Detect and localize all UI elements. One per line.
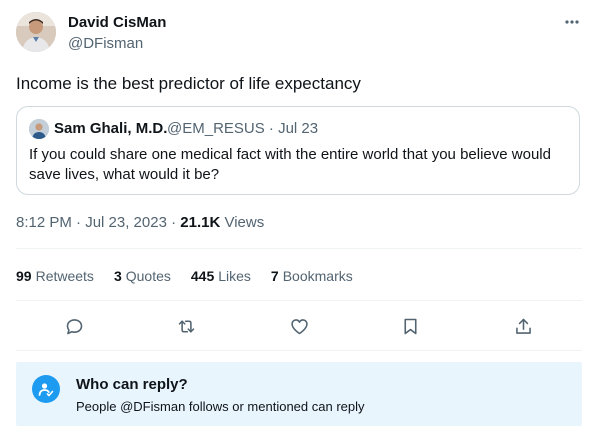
stat-likes[interactable]: 445 Likes: [191, 266, 251, 286]
who-can-reply-panel: Who can reply? People @DFisman follows o…: [16, 362, 582, 426]
more-options-button[interactable]: [560, 12, 584, 32]
tweet-text: Income is the best predictor of life exp…: [16, 74, 361, 93]
views-label: Views: [220, 214, 265, 231]
bookmark-button[interactable]: [398, 314, 422, 338]
quoted-tweet-card[interactable]: Sam Ghali, M.D. @EM_RESUS · Jul 23 If yo…: [16, 106, 580, 195]
author-name[interactable]: David CisMan: [68, 13, 166, 33]
mention-person-icon: [32, 375, 60, 403]
quoted-author-name: Sam Ghali, M.D.: [54, 120, 168, 137]
who-can-reply-title: Who can reply?: [76, 376, 188, 393]
share-icon: [515, 318, 531, 334]
tweet-meta: 8:12 PM · Jul 23, 2023 · 21.1K Views: [16, 213, 264, 233]
quoted-tweet-text: If you could share one medical fact with…: [29, 146, 551, 183]
share-button[interactable]: [511, 314, 535, 338]
author-avatar[interactable]: [16, 12, 56, 52]
quoted-author-handle: @EM_RESUS · Jul 23: [167, 120, 319, 137]
stat-bookmarks[interactable]: 7 Bookmarks: [271, 266, 353, 286]
like-icon: [290, 318, 308, 334]
tweet-timestamp[interactable]: 8:12 PM · Jul 23, 2023 ·: [16, 214, 180, 231]
retweet-icon: [178, 319, 194, 333]
engagement-stats: 99 Retweets 3 Quotes 445 Likes 7 Bookmarks: [16, 266, 353, 286]
bookmark-icon: [403, 318, 417, 334]
more-horizontal-icon: [565, 20, 579, 24]
views-count: 21.1K: [180, 214, 221, 231]
author-handle[interactable]: @DFisman: [68, 34, 143, 54]
stat-quotes[interactable]: 3 Quotes: [114, 266, 171, 286]
divider: [16, 248, 582, 249]
reply-permission-text: People @DFisman follows or mentioned can…: [76, 399, 365, 414]
divider: [16, 350, 582, 351]
reply-icon: [66, 318, 82, 334]
retweet-button[interactable]: [174, 314, 198, 338]
stat-retweets[interactable]: 99 Retweets: [16, 266, 94, 286]
like-button[interactable]: [287, 314, 311, 338]
quoted-author-avatar: [29, 119, 49, 139]
reply-button[interactable]: [62, 314, 86, 338]
divider: [16, 300, 582, 301]
who-can-reply-subtitle: People @DFisman follows or mentioned can…: [76, 398, 365, 416]
